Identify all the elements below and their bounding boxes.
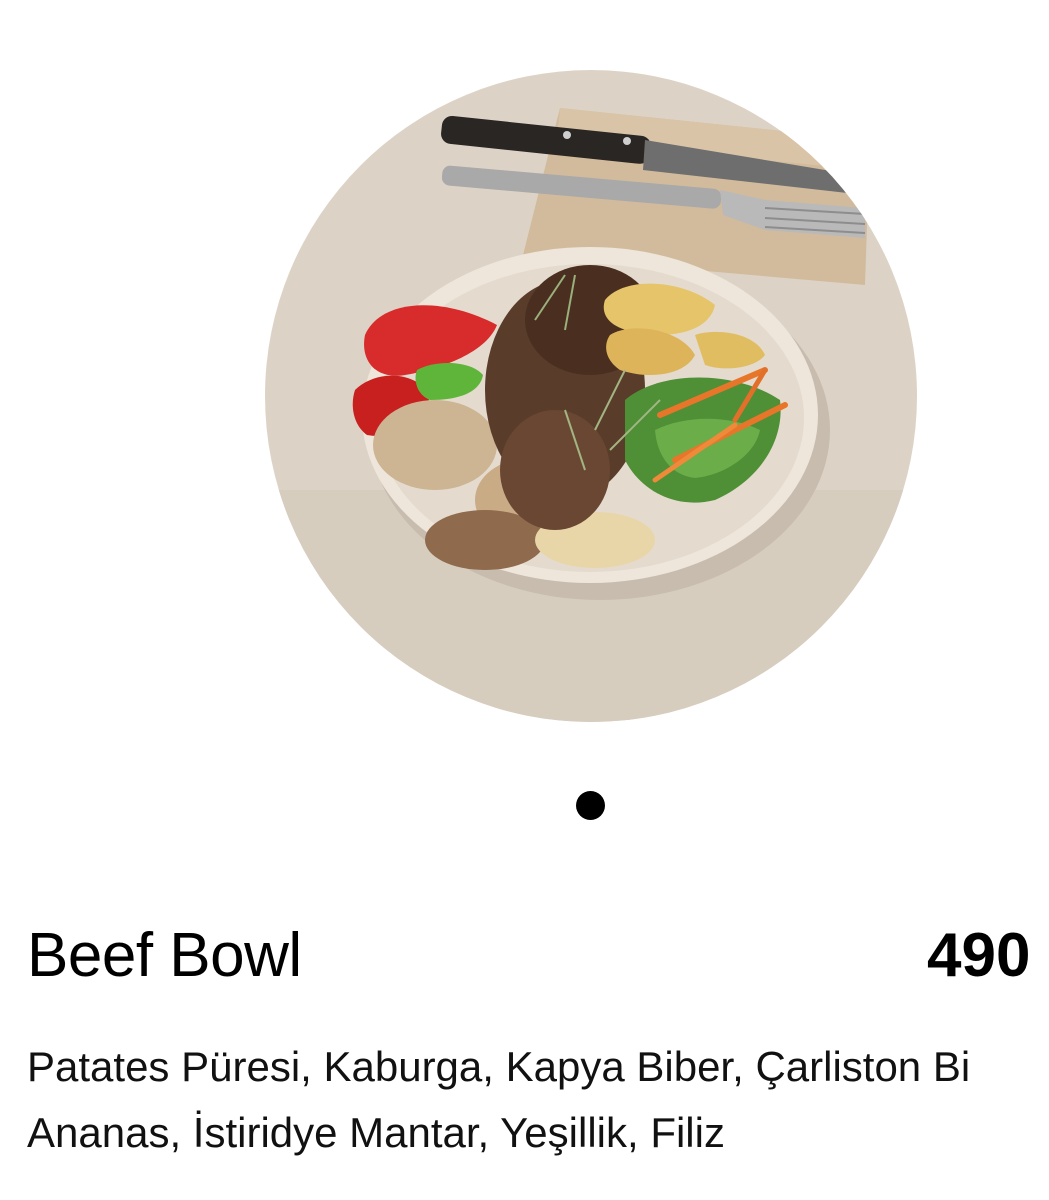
product-description: Patates Püresi, Kaburga, Kapya Biber, Ça… — [27, 1034, 1049, 1166]
product-price: 490 — [927, 921, 1031, 990]
product-title: Beef Bowl — [27, 921, 302, 990]
beef-bowl-photo — [265, 70, 917, 722]
pager-dot-active[interactable] — [575, 790, 605, 820]
product-detail-page: Beef Bowl 490 Patates Püresi, Kaburga, K… — [0, 0, 1049, 1200]
product-image[interactable] — [265, 70, 917, 722]
description-line: Patates Püresi, Kaburga, Kapya Biber, Ça… — [27, 1043, 971, 1090]
description-line: Ananas, İstiridye Mantar, Yeşillik, Fili… — [27, 1109, 725, 1156]
product-title-row: Beef Bowl 490 — [27, 918, 1049, 998]
image-pager[interactable] — [575, 790, 605, 820]
